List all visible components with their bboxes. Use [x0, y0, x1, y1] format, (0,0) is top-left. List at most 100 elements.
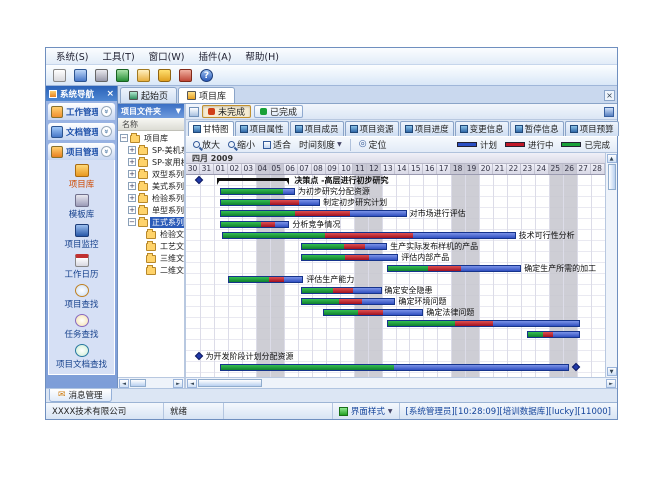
tab-close-icon[interactable]: ×: [604, 90, 615, 101]
task-bar[interactable]: [220, 221, 290, 228]
task-bar[interactable]: [222, 232, 515, 239]
sidebar-item-work-calendar[interactable]: 工作日历: [49, 252, 114, 282]
tree-node-11[interactable]: 二维文件: [118, 264, 184, 276]
tree-node-3[interactable]: +双型系列: [118, 168, 184, 180]
section-header-document-management[interactable]: 文档管理»: [48, 123, 115, 140]
gantt-tab-5[interactable]: 变更信息: [455, 121, 509, 136]
sidebar-item-project-monitor[interactable]: 项目监控: [49, 222, 114, 252]
menu-item-3[interactable]: 插件(A): [191, 47, 238, 65]
tab-message-management[interactable]: ✉ 消息管理: [49, 389, 112, 402]
task-bar[interactable]: [301, 298, 396, 305]
sidebar-item-template-library[interactable]: 模板库: [49, 192, 114, 222]
task-bar[interactable]: [220, 210, 407, 217]
scroll-up-icon[interactable]: ▲: [607, 154, 617, 163]
tree-h-scrollbar-thumb[interactable]: [130, 379, 146, 387]
tree-node-1[interactable]: +SP-美机系列: [118, 144, 184, 156]
gantt-tab-6[interactable]: 暂停信息: [510, 121, 564, 136]
menu-item-4[interactable]: 帮助(H): [238, 47, 286, 65]
sidebar-item-task-search[interactable]: 任务查找: [49, 312, 114, 342]
chevron-down-icon[interactable]: »: [101, 126, 112, 137]
tree-column-header[interactable]: 名称: [118, 118, 184, 131]
menu-item-2[interactable]: 窗口(W): [142, 47, 192, 65]
toolbar-button-5[interactable]: [155, 66, 174, 84]
zoom-out-button[interactable]: 缩小: [225, 137, 258, 152]
task-bar[interactable]: [323, 309, 424, 316]
tree-node-9[interactable]: 工艺文件: [118, 240, 184, 252]
doc-tab-0[interactable]: 起始页: [120, 87, 177, 103]
toolbar-button-7[interactable]: ?: [197, 66, 216, 84]
menu-item-0[interactable]: 系统(S): [49, 47, 95, 65]
tree-node-2[interactable]: +SP-家用机系列: [118, 156, 184, 168]
sidebar-item-project-doc-search[interactable]: 项目文档查找: [49, 342, 114, 372]
zoom-in-button[interactable]: 放大: [190, 137, 223, 152]
scroll-left-icon[interactable]: ◄: [119, 379, 129, 388]
tree-node-8[interactable]: 检验文件: [118, 228, 184, 240]
doc-tab-1[interactable]: 项目库: [178, 87, 235, 103]
locate-button[interactable]: ◎ 定位: [356, 137, 390, 152]
task-bar[interactable]: [301, 287, 382, 294]
gantt-h-scrollbar[interactable]: ◄ ►: [186, 377, 617, 388]
section-header-project-management[interactable]: 项目管理»: [48, 143, 115, 160]
close-icon[interactable]: ×: [106, 89, 114, 99]
task-active-segment: [345, 255, 369, 260]
gantt-tab-7[interactable]: 项目预算: [565, 121, 619, 136]
toolbar-button-2[interactable]: [92, 66, 111, 84]
section-header-work-management[interactable]: 工作管理»: [48, 103, 115, 120]
tree-node-10[interactable]: 三维文件: [118, 252, 184, 264]
expander-icon[interactable]: +: [128, 170, 136, 178]
gantt-tab-3[interactable]: 项目资源: [345, 121, 399, 136]
gantt-tab-4[interactable]: 项目进度: [400, 121, 454, 136]
scroll-right-icon[interactable]: ►: [606, 379, 616, 388]
chevron-down-icon[interactable]: »: [101, 106, 112, 117]
task-bar[interactable]: [220, 364, 569, 371]
gantt-h-scrollbar-thumb[interactable]: [198, 379, 262, 387]
task-bar[interactable]: [527, 331, 580, 338]
expander-icon[interactable]: +: [128, 206, 136, 214]
tree-h-scrollbar[interactable]: ◄ ►: [118, 377, 184, 388]
tree-node-6[interactable]: +单型系列: [118, 204, 184, 216]
toolbar-button-0[interactable]: [50, 66, 69, 84]
sidebar-item-project-search[interactable]: 项目查找: [49, 282, 114, 312]
expander-icon[interactable]: +: [128, 146, 136, 154]
chevron-up-icon[interactable]: »: [101, 146, 112, 157]
toolbar-button-1[interactable]: [71, 66, 90, 84]
fit-button[interactable]: 适合: [260, 137, 294, 152]
expander-icon[interactable]: −: [120, 134, 128, 142]
sidebar-item-project-library[interactable]: 项目库: [49, 162, 114, 192]
filter-grid-icon[interactable]: [189, 107, 199, 117]
toolbar-button-6[interactable]: [176, 66, 195, 84]
expander-icon[interactable]: +: [128, 194, 136, 202]
tree-node-7[interactable]: −正式系列: [118, 216, 184, 228]
task-bar[interactable]: [220, 199, 321, 206]
gantt-v-scrollbar-thumb[interactable]: [608, 164, 616, 190]
expander-icon[interactable]: −: [128, 218, 136, 226]
expander-icon[interactable]: +: [128, 182, 136, 190]
scroll-down-icon[interactable]: ▼: [607, 367, 617, 376]
expander-icon[interactable]: +: [128, 158, 136, 166]
gantt-tab-2[interactable]: 项目成员: [290, 121, 344, 136]
menu-item-1[interactable]: 工具(T): [95, 47, 141, 65]
chevron-down-icon[interactable]: ▼: [176, 107, 181, 115]
scroll-right-icon[interactable]: ►: [173, 379, 183, 388]
filter-uncompleted[interactable]: 未完成: [202, 105, 251, 118]
time-scale-button[interactable]: 时间刻度 ▼: [296, 137, 345, 152]
task-bar[interactable]: [387, 320, 580, 327]
gantt-tab-0[interactable]: 甘特图: [188, 121, 234, 136]
task-bar[interactable]: [220, 188, 295, 195]
scroll-left-icon[interactable]: ◄: [187, 379, 197, 388]
tree-node-0[interactable]: −项目库: [118, 132, 184, 144]
task-bar[interactable]: [228, 276, 303, 283]
toolbar-button-4[interactable]: [134, 66, 153, 84]
status-skin-selector[interactable]: 界面样式 ▼: [333, 403, 400, 419]
filter-options-icon[interactable]: [604, 107, 614, 117]
task-bar[interactable]: [301, 254, 399, 261]
task-bar[interactable]: [301, 243, 388, 250]
gantt-tab-1[interactable]: 项目属性: [235, 121, 289, 136]
gantt-v-scrollbar[interactable]: ▲ ▼: [605, 153, 617, 377]
tree-node-5[interactable]: +检验系列: [118, 192, 184, 204]
filter-completed[interactable]: 已完成: [254, 105, 303, 118]
toolbar-button-3[interactable]: [113, 66, 132, 84]
gantt-chart[interactable]: 决策点 -高层进行初步研究为初步研究分配资源制定初步研究计划对市场进行评估分析竞…: [186, 175, 605, 377]
task-bar[interactable]: [387, 265, 521, 272]
tree-node-4[interactable]: +美式系列: [118, 180, 184, 192]
